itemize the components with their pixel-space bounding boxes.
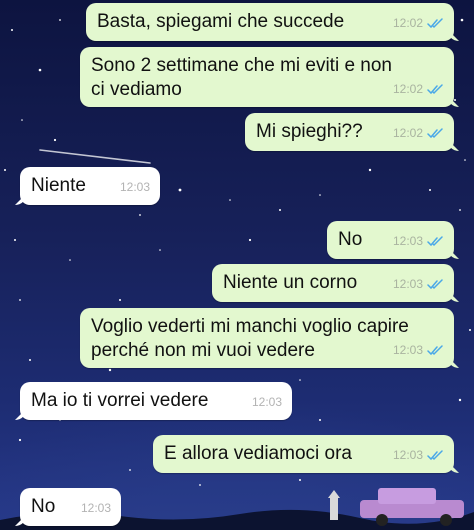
read-receipt-icon	[427, 449, 443, 460]
message-meta: 12:03	[252, 390, 282, 414]
message-text: Basta, spiegami che succede	[97, 11, 345, 32]
message-meta: 12:02	[393, 121, 444, 145]
message-meta: 12:02	[393, 77, 444, 101]
message-bubble-incoming[interactable]: Niente 12:03	[20, 167, 160, 205]
read-receipt-icon	[427, 17, 443, 28]
message-time: 12:03	[392, 343, 423, 357]
message-meta: 12:03	[393, 272, 444, 296]
message-meta: 12:03	[393, 338, 444, 362]
message-bubble-outgoing[interactable]: Mi spieghi?? 12:02	[245, 113, 454, 151]
message-bubble-outgoing[interactable]: Voglio vederti mi manchi voglio capire p…	[80, 308, 454, 368]
message-meta: 12:03	[81, 496, 111, 520]
message-time: 12:03	[392, 448, 423, 462]
message-bubble-outgoing[interactable]: E allora vediamoci ora 12:03	[153, 435, 454, 473]
message-bubble-outgoing[interactable]: Basta, spiegami che succede 12:02	[86, 3, 454, 41]
message-time: 12:02	[392, 126, 423, 140]
message-time: 12:03	[119, 180, 150, 194]
message-text: Sono 2 settimane che mi eviti e non ci v…	[91, 55, 393, 100]
message-bubble-outgoing[interactable]: No 12:03	[327, 221, 454, 259]
read-receipt-icon	[427, 83, 443, 94]
message-meta: 12:02	[393, 11, 444, 35]
read-receipt-icon	[427, 127, 443, 138]
message-time: 12:02	[392, 16, 423, 30]
message-meta: 12:03	[393, 443, 444, 467]
message-bubble-outgoing[interactable]: Niente un corno 12:03	[212, 264, 454, 302]
message-bubble-outgoing[interactable]: Sono 2 settimane che mi eviti e non ci v…	[80, 47, 454, 107]
message-bubble-incoming[interactable]: No 12:03	[20, 488, 121, 526]
car-illustration	[360, 488, 464, 526]
message-meta: 12:03	[120, 175, 150, 199]
message-time: 12:02	[392, 82, 423, 96]
message-time: 12:03	[392, 234, 423, 248]
read-receipt-icon	[427, 278, 443, 289]
message-bubble-incoming[interactable]: Ma io ti vorrei vedere 12:03	[20, 382, 292, 420]
lighthouse-illustration	[328, 490, 340, 520]
message-meta: 12:03	[393, 229, 444, 253]
message-text: Voglio vederti mi manchi voglio capire p…	[91, 316, 409, 361]
message-time: 12:03	[80, 501, 111, 515]
read-receipt-icon	[427, 344, 443, 355]
message-time: 12:03	[392, 277, 423, 291]
read-receipt-icon	[427, 235, 443, 246]
message-text: Ma io ti vorrei vedere	[31, 390, 209, 411]
message-time: 12:03	[251, 395, 282, 409]
